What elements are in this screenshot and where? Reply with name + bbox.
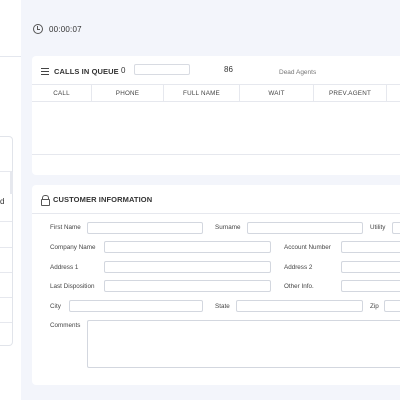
timer-value: 00:00:07	[49, 24, 82, 34]
company-name-field[interactable]	[104, 241, 271, 253]
customer-title: CUSTOMER INFORMATION	[53, 194, 153, 204]
column-header-phone[interactable]: PHONE	[92, 85, 164, 101]
column-header-call[interactable]: CALL	[32, 85, 92, 101]
state-field[interactable]	[236, 300, 363, 312]
surname-label: Surname	[215, 224, 241, 231]
sidebar-row-divider	[0, 221, 12, 222]
city-field[interactable]	[69, 300, 203, 312]
last-disposition-field[interactable]	[104, 280, 271, 292]
queue-table-header: CALL PHONE FULL NAME WAIT PREV.AGENT	[32, 84, 400, 102]
customer-header: CUSTOMER INFORMATION	[41, 194, 153, 206]
column-header-full-name[interactable]: FULL NAME	[164, 85, 240, 101]
address2-field[interactable]	[341, 261, 400, 273]
sidebar-panel	[0, 136, 13, 346]
call-timer: 00:00:07	[33, 24, 82, 34]
customer-information-panel: CUSTOMER INFORMATION First Name Surname …	[32, 185, 400, 385]
left-sidebar: d	[0, 0, 21, 400]
clock-icon	[33, 24, 43, 34]
account-number-label: Account Number	[284, 244, 331, 251]
city-label: City	[50, 303, 61, 310]
comments-label: Comments	[50, 322, 81, 329]
column-header-extra[interactable]	[387, 85, 400, 101]
first-name-field[interactable]	[87, 222, 203, 234]
company-name-label: Company Name	[50, 244, 96, 251]
sidebar-partial-text: d	[0, 197, 5, 206]
address1-field[interactable]	[104, 261, 271, 273]
zip-field[interactable]	[384, 300, 400, 312]
other-info-label: Other Info.	[284, 283, 314, 290]
sidebar-scrollbar[interactable]	[10, 172, 13, 194]
surname-field[interactable]	[247, 222, 363, 234]
sidebar-row-divider	[0, 272, 12, 273]
sidebar-divider	[0, 56, 21, 57]
queue-table: CALL PHONE FULL NAME WAIT PREV.AGENT	[32, 84, 400, 102]
address2-label: Address 2	[284, 264, 313, 271]
queue-title: CALLS IN QUEUE	[54, 66, 119, 76]
customer-divider	[32, 213, 400, 214]
comments-textarea[interactable]	[87, 320, 400, 368]
dead-agents-label[interactable]: Dead Agents	[279, 69, 316, 76]
queue-filter-input[interactable]	[134, 64, 190, 75]
agents-count: 86	[224, 65, 233, 74]
utility-label: Utility	[370, 224, 386, 231]
sidebar-row-divider	[0, 297, 12, 298]
queue-count: 0	[121, 66, 126, 75]
zip-label: Zip	[370, 303, 379, 310]
state-label: State	[215, 303, 230, 310]
sidebar-row-divider	[0, 322, 12, 323]
address1-label: Address 1	[50, 264, 79, 271]
last-disposition-label: Last Disposition	[50, 283, 95, 290]
column-header-prev-agent[interactable]: PREV.AGENT	[314, 85, 387, 101]
menu-icon[interactable]	[41, 67, 49, 75]
utility-field[interactable]	[392, 222, 400, 234]
account-number-field[interactable]	[341, 241, 400, 253]
queue-header: CALLS IN QUEUE	[41, 65, 119, 77]
queue-table-footer	[32, 154, 400, 155]
column-header-wait[interactable]: WAIT	[240, 85, 314, 101]
lock-icon	[41, 194, 50, 206]
other-info-field[interactable]	[341, 280, 400, 292]
calls-in-queue-panel: CALLS IN QUEUE 0 86 Dead Agents CALL PHO…	[32, 56, 400, 175]
sidebar-row-divider	[0, 247, 12, 248]
first-name-label: First Name	[50, 224, 81, 231]
